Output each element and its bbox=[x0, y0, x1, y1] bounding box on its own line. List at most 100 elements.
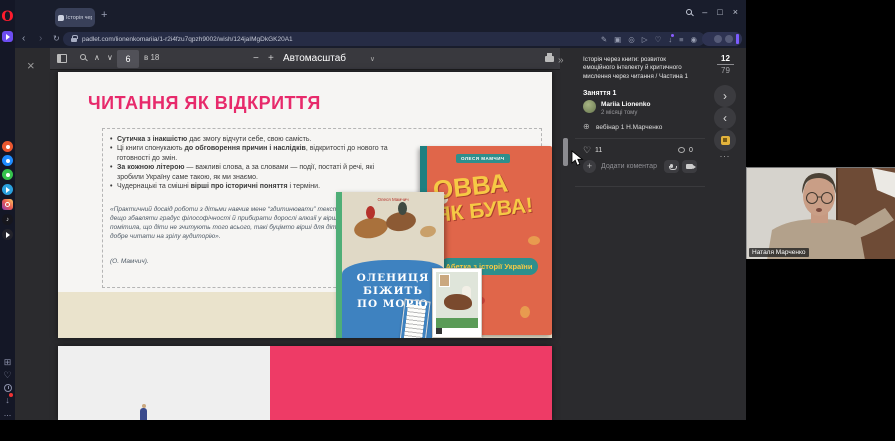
extension-icon[interactable] bbox=[725, 35, 733, 43]
close-window-button[interactable]: × bbox=[733, 7, 738, 17]
tiktok-icon[interactable]: ♪ bbox=[2, 214, 13, 225]
bookmarks-heart-icon[interactable]: ♡ bbox=[0, 370, 15, 380]
download-icon[interactable]: ↓ bbox=[668, 35, 672, 44]
post-panel: Історія через книги: розвиток емоційного… bbox=[575, 48, 705, 420]
facebook-messenger-icon[interactable] bbox=[2, 155, 13, 166]
notification-dot bbox=[671, 34, 674, 37]
slide-bullet: Чудернацькі та смішні вірші про історичн… bbox=[110, 182, 392, 191]
video-camera-icon bbox=[686, 164, 693, 169]
minimize-button[interactable]: – bbox=[702, 7, 707, 17]
pin-icon[interactable]: ◎ bbox=[628, 35, 635, 44]
maximize-button[interactable]: □ bbox=[717, 7, 722, 17]
zoom-in-button[interactable]: + bbox=[268, 53, 274, 64]
speed-dial-icon[interactable]: ⊞ bbox=[0, 357, 15, 367]
previous-post-button[interactable]: ‹ bbox=[714, 107, 736, 129]
tab-title: Історія через книги розви bbox=[66, 15, 92, 21]
post-timestamp: 2 місяці тому bbox=[601, 110, 637, 116]
new-tab-button[interactable]: + bbox=[101, 9, 107, 21]
play-icon bbox=[6, 232, 10, 238]
page-number-input[interactable]: 6 bbox=[117, 50, 139, 68]
extensions-area bbox=[702, 32, 742, 46]
search-icon[interactable] bbox=[686, 9, 692, 15]
telegram-icon[interactable] bbox=[2, 184, 13, 195]
comment-input[interactable]: Додати коментар bbox=[601, 163, 657, 170]
reader-icon[interactable]: ✎ bbox=[601, 35, 607, 44]
scrollbar-thumb[interactable] bbox=[563, 138, 568, 166]
divider bbox=[575, 186, 705, 187]
slide-quote-author: (О. Мамчич). bbox=[110, 258, 149, 265]
book-title: ОВВА ЯК БУВА! bbox=[432, 167, 534, 226]
print-icon[interactable] bbox=[545, 56, 554, 62]
microphone-icon bbox=[670, 164, 673, 168]
tab-favicon bbox=[58, 15, 64, 21]
avatar[interactable] bbox=[583, 100, 596, 113]
rider-illustration bbox=[366, 206, 375, 219]
collections-icon[interactable]: ≡ bbox=[679, 35, 683, 44]
padlet-title: Історія через книги: розвиток емоційного… bbox=[583, 56, 698, 81]
desktop: O ♪ ⊞ ♡ ↓ ... Історія через книги розви … bbox=[0, 0, 895, 441]
history-icon[interactable] bbox=[4, 384, 12, 392]
dot-icon bbox=[6, 159, 10, 163]
grass-illustration bbox=[436, 318, 478, 328]
instagram-icon[interactable] bbox=[2, 199, 13, 210]
browser-window: O ♪ ⊞ ♡ ↓ ... Історія через книги розви … bbox=[0, 0, 746, 420]
text-leaflet bbox=[399, 299, 430, 338]
slide-counter: 12 79 bbox=[717, 54, 734, 75]
pdf-sidebar-toggle-icon[interactable] bbox=[57, 54, 67, 63]
back-button[interactable]: ‹ bbox=[22, 33, 25, 45]
send-to-device-icon[interactable]: ▷ bbox=[642, 35, 648, 44]
browser-tab[interactable]: Історія через книги розви bbox=[55, 8, 95, 27]
whatsapp-icon[interactable] bbox=[2, 169, 13, 180]
add-comment-button[interactable]: + bbox=[583, 160, 596, 173]
close-overlay-button[interactable]: × bbox=[27, 58, 35, 73]
sidebar-toggle-bar[interactable] bbox=[736, 34, 739, 44]
aria-icon[interactable] bbox=[2, 31, 13, 42]
extension-icon[interactable] bbox=[714, 35, 722, 43]
doodle-shape bbox=[520, 306, 530, 318]
sticky-note-icon bbox=[721, 136, 730, 145]
url-field[interactable]: padlet.com/lionenkomariia/1-r2i4fzu7qpzh… bbox=[63, 32, 705, 46]
pdf-search-icon[interactable] bbox=[80, 54, 86, 60]
url-text: padlet.com/lionenkomariia/1-r2i4fzu7qpzh… bbox=[82, 36, 596, 43]
padlet-overlay: × ∧ ∨ 6 в 18 − + Автомасштаб ∨ bbox=[15, 48, 746, 420]
globe-icon: ⊕ bbox=[583, 122, 590, 131]
slide-title: ЧИТАННЯ ЯК ВІДКРИТТЯ bbox=[88, 93, 321, 114]
zoom-mode-label: Автомасштаб bbox=[283, 53, 346, 64]
lock-icon bbox=[71, 38, 77, 42]
webcam-window[interactable]: Наталя Марченко bbox=[746, 167, 895, 259]
voice-comment-button[interactable] bbox=[664, 160, 679, 173]
reload-button[interactable]: ↻ bbox=[53, 33, 60, 45]
opera-logo-icon[interactable]: O bbox=[1, 9, 14, 25]
board-view-button[interactable] bbox=[714, 129, 736, 151]
downloads-icon[interactable]: ↓ bbox=[0, 395, 15, 405]
address-bar: ‹ › ↻ padlet.com/lionenkomariia/1-r2i4fz… bbox=[15, 30, 746, 48]
player-icon[interactable] bbox=[2, 229, 13, 240]
video-comment-button[interactable] bbox=[682, 160, 697, 173]
participant-name-label: Наталя Марченко bbox=[749, 248, 809, 257]
zoom-out-button[interactable]: − bbox=[253, 53, 259, 64]
book-author: Олеся Мамчич bbox=[342, 197, 444, 202]
next-post-button[interactable]: › bbox=[714, 85, 736, 107]
slide-bullet-list: Сутичка з інакшістю дає змогу відчути се… bbox=[110, 135, 392, 191]
pdf-toolbar: ∧ ∨ 6 в 18 − + Автомасштаб ∨ bbox=[50, 48, 560, 70]
horse-illustration bbox=[353, 215, 390, 241]
book-author: ОЛЕСЯ МАМЧИЧ bbox=[456, 154, 510, 163]
sidebar-more-icon[interactable]: ... bbox=[0, 408, 15, 418]
messenger-orange-icon[interactable] bbox=[2, 141, 13, 152]
profile-icon[interactable]: ◉ bbox=[690, 35, 697, 44]
forward-button[interactable]: › bbox=[39, 33, 42, 45]
bookmark-heart-icon[interactable]: ♡ bbox=[655, 35, 662, 44]
attachment-link[interactable]: вебінар 1 Н.Марченко bbox=[596, 124, 662, 131]
more-options-button[interactable]: ... bbox=[714, 149, 736, 159]
snapshot-icon[interactable]: ▣ bbox=[614, 35, 621, 44]
collapse-panel-icon[interactable]: » bbox=[558, 55, 564, 66]
zoom-mode-select[interactable]: Автомасштаб ∨ bbox=[283, 51, 375, 67]
previous-page-button[interactable]: ∧ bbox=[94, 53, 100, 62]
divider bbox=[575, 138, 705, 139]
deer-illustration bbox=[419, 224, 437, 238]
like-button[interactable]: ♡ bbox=[583, 145, 591, 156]
comment-bubble-icon[interactable] bbox=[678, 147, 685, 153]
pdf-viewer: ∧ ∨ 6 в 18 − + Автомасштаб ∨ ЧИТАННЯ ЯК … bbox=[50, 48, 560, 420]
author-name: Mariia Lionenko bbox=[601, 101, 650, 108]
next-page-button[interactable]: ∨ bbox=[107, 53, 113, 62]
